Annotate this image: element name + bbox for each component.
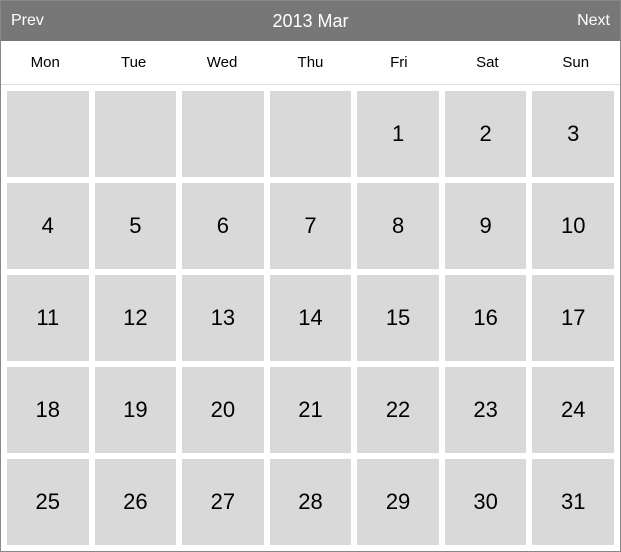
day-cell[interactable]: 5: [95, 183, 177, 269]
day-names-row: Mon Tue Wed Thu Fri Sat Sun: [1, 41, 620, 85]
day-cell[interactable]: 11: [7, 275, 89, 361]
day-name-mon: Mon: [1, 41, 89, 84]
day-name-tue: Tue: [89, 41, 177, 84]
day-cell[interactable]: 31: [532, 459, 614, 545]
day-name-fri: Fri: [355, 41, 443, 84]
day-cell[interactable]: 19: [95, 367, 177, 453]
day-cell[interactable]: 10: [532, 183, 614, 269]
day-cell[interactable]: 30: [445, 459, 527, 545]
day-cell[interactable]: 29: [357, 459, 439, 545]
day-cell[interactable]: 4: [7, 183, 89, 269]
day-name-wed: Wed: [178, 41, 266, 84]
calendar: Prev 2013 Mar Next Mon Tue Wed Thu Fri S…: [0, 0, 621, 552]
day-cell[interactable]: 9: [445, 183, 527, 269]
day-cell-empty: [7, 91, 89, 177]
day-cell[interactable]: 21: [270, 367, 352, 453]
day-cell[interactable]: 25: [7, 459, 89, 545]
day-cell[interactable]: 2: [445, 91, 527, 177]
day-cell[interactable]: 26: [95, 459, 177, 545]
day-cell[interactable]: 3: [532, 91, 614, 177]
day-name-sat: Sat: [443, 41, 531, 84]
day-cell[interactable]: 22: [357, 367, 439, 453]
day-cell-empty: [182, 91, 264, 177]
day-name-thu: Thu: [266, 41, 354, 84]
day-cell[interactable]: 7: [270, 183, 352, 269]
day-cell[interactable]: 23: [445, 367, 527, 453]
day-cell[interactable]: 15: [357, 275, 439, 361]
next-button[interactable]: Next: [577, 12, 610, 30]
day-cell-empty: [270, 91, 352, 177]
day-cell[interactable]: 6: [182, 183, 264, 269]
day-cell[interactable]: 20: [182, 367, 264, 453]
day-cell[interactable]: 8: [357, 183, 439, 269]
day-cell[interactable]: 13: [182, 275, 264, 361]
day-cell[interactable]: 17: [532, 275, 614, 361]
day-cell[interactable]: 12: [95, 275, 177, 361]
calendar-title: 2013 Mar: [272, 11, 348, 32]
day-cell[interactable]: 16: [445, 275, 527, 361]
day-cell[interactable]: 27: [182, 459, 264, 545]
calendar-header: Prev 2013 Mar Next: [1, 1, 620, 41]
day-cell[interactable]: 18: [7, 367, 89, 453]
calendar-grid: 1234567891011121314151617181920212223242…: [1, 85, 620, 551]
prev-button[interactable]: Prev: [11, 12, 44, 30]
day-cell[interactable]: 28: [270, 459, 352, 545]
day-cell[interactable]: 24: [532, 367, 614, 453]
day-cell[interactable]: 14: [270, 275, 352, 361]
day-cell[interactable]: 1: [357, 91, 439, 177]
day-name-sun: Sun: [532, 41, 620, 84]
day-cell-empty: [95, 91, 177, 177]
